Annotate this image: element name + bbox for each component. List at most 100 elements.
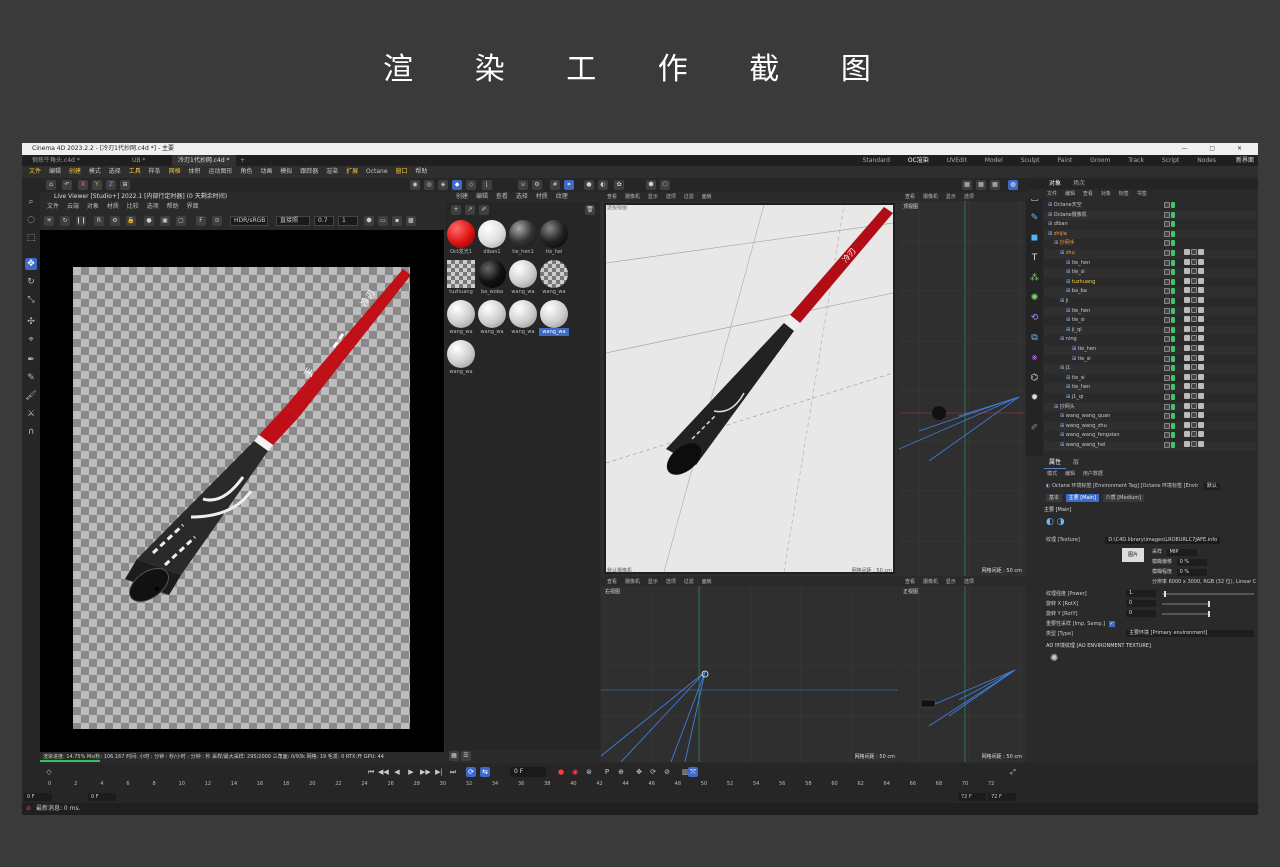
material-tag-icon[interactable]	[1184, 383, 1205, 393]
prev-frame-icon[interactable]: ◀	[392, 767, 402, 777]
object-visibility-toggles[interactable]	[1164, 346, 1176, 354]
object-visibility-toggles[interactable]	[1164, 413, 1176, 421]
film-icon-2[interactable]: ▦	[976, 180, 986, 190]
layout-tab-script[interactable]: Script	[1154, 155, 1187, 166]
menu-window[interactable]: 窗口	[392, 166, 410, 178]
tab-takes[interactable]: 场次	[1068, 179, 1090, 189]
window-controls[interactable]: — ▢ ✕	[1181, 143, 1252, 155]
grid-view-icon[interactable]: ▦	[449, 751, 459, 761]
type-select[interactable]: 主要环境 [Primary environment]	[1126, 630, 1254, 637]
min-frame-field[interactable]: 0 F	[24, 793, 52, 801]
menu-volume[interactable]: 体积	[186, 166, 204, 178]
material-tag-icon[interactable]	[1184, 306, 1205, 317]
pick-focus-icon[interactable]: ▣	[160, 216, 170, 226]
playback-rate-icon[interactable]: ⇆	[480, 767, 490, 777]
material-swatch[interactable]: wang_wa	[446, 300, 476, 338]
texture-path-field[interactable]: D:\C4D.library\images\LRO8URLC7JAFE.info	[1105, 537, 1221, 544]
object-visibility-toggles[interactable]	[1164, 355, 1176, 364]
vp-menu-camera[interactable]: 摄像机	[622, 193, 643, 201]
vp-menu-view[interactable]: 查看	[902, 578, 918, 586]
restart-render-icon[interactable]: ↻	[60, 216, 70, 226]
film-icon-1[interactable]: ▦	[962, 180, 972, 190]
object-visibility-toggles[interactable]	[1164, 240, 1176, 248]
spline-pen-icon[interactable]: ✒	[25, 354, 37, 366]
go-end-icon[interactable]: ⏭	[448, 767, 458, 777]
next-frame-icon[interactable]: ▶▶	[420, 767, 431, 777]
object-row[interactable]: ⊞ tie_si	[1044, 316, 1256, 326]
lv-menu-options[interactable]: 选项	[144, 202, 162, 212]
material-tag-icon[interactable]	[1184, 412, 1205, 422]
menu-tools[interactable]: 工具	[126, 166, 144, 178]
exposure-field[interactable]: 1	[338, 216, 358, 226]
power-field[interactable]: 1.	[1126, 590, 1156, 597]
mm-menu-texture[interactable]: 纹理	[553, 192, 571, 202]
texture-thumbnail[interactable]: 图片	[1122, 548, 1144, 562]
top-viewport[interactable]: 查看 摄像机 显示 选项 顶视图 网格间距 : 50 cm	[899, 192, 1025, 576]
magnet-icon[interactable]: ∩	[25, 426, 37, 438]
object-visibility-toggles[interactable]	[1164, 307, 1176, 316]
subtab-main[interactable]: 主要 [Main]	[1065, 494, 1100, 502]
preset-icons[interactable]: ◐ ◑	[1046, 517, 1256, 527]
camera-icon[interactable]: ▪	[392, 216, 402, 226]
edit-icon[interactable]: ✐	[1029, 423, 1040, 434]
roty-slider[interactable]	[1162, 611, 1210, 617]
polygons-mode-icon[interactable]: ◈	[438, 180, 448, 190]
menu-select[interactable]: 选择	[106, 166, 124, 178]
lv-menu-cloud[interactable]: 云端	[64, 202, 82, 212]
autokey-icon[interactable]: ◉	[570, 767, 580, 777]
current-frame-field[interactable]: 0 F	[510, 767, 546, 777]
mm-menu-material[interactable]: 材质	[533, 192, 551, 202]
preview-min-field[interactable]: 0 F	[88, 793, 116, 801]
keyframe-diamond-icon[interactable]: ◇	[44, 767, 54, 777]
object-visibility-toggles[interactable]	[1164, 230, 1176, 239]
menu-tracker[interactable]: 跟踪器	[297, 166, 321, 178]
lv-menu-compare[interactable]: 比较	[124, 202, 142, 212]
go-start-icon[interactable]: ⏮	[366, 767, 376, 777]
brush-icon[interactable]: 🖌	[25, 390, 37, 402]
mm-menu-edit[interactable]: 编辑	[473, 192, 491, 202]
vp-menu-panel[interactable]: 面板	[699, 193, 715, 201]
material-tag-icon[interactable]	[1184, 287, 1205, 297]
axis-z-button[interactable]: Z	[106, 180, 116, 190]
front-viewport[interactable]: 查看 摄像机 显示 选项 正视图 网格间距 : 50 cm	[899, 577, 1025, 762]
doc-tab-1[interactable]: 钢炼牛角头.c4d *	[26, 155, 86, 166]
rect-select-icon[interactable]: ⬚	[25, 232, 37, 244]
color-mode-select[interactable]: HDR/sRGB	[230, 216, 268, 226]
vp-menu-panel[interactable]: 面板	[699, 578, 715, 586]
list-view-icon[interactable]: ☰	[461, 751, 471, 761]
material-swatch[interactable]: wang_wa	[539, 260, 569, 298]
workplane-icon[interactable]: #	[550, 180, 560, 190]
object-row[interactable]: ⊞ wang_wang_zhu	[1044, 421, 1256, 432]
render-settings-icon[interactable]: ✿	[614, 180, 624, 190]
object-visibility-toggles[interactable]	[1164, 384, 1176, 392]
lv-menu-material[interactable]: 材质	[104, 202, 122, 212]
object-row[interactable]: ⊞ tie_si	[1044, 268, 1256, 278]
lock-icon[interactable]: 🔒	[126, 216, 136, 226]
power-slider[interactable]	[1162, 591, 1254, 597]
object-visibility-toggles[interactable]	[1164, 259, 1176, 268]
add-tab-button[interactable]: +	[234, 155, 251, 166]
lv-menu-object[interactable]: 对象	[84, 202, 102, 212]
am-menu-mode[interactable]: 模式	[1044, 469, 1060, 479]
object-visibility-toggles[interactable]	[1164, 250, 1176, 258]
om-menu-view[interactable]: 查看	[1080, 189, 1096, 199]
layout-tab-standard[interactable]: Standard	[855, 155, 898, 166]
material-swatch[interactable]: ba_woba	[477, 260, 507, 298]
menu-render[interactable]: 渲染	[323, 166, 341, 178]
region-render-icon[interactable]: R	[94, 216, 104, 226]
object-row[interactable]: ⊞ tie_hen	[1044, 258, 1256, 269]
material-tag-icon[interactable]	[1184, 345, 1205, 355]
vp-menu-options[interactable]: 选项	[961, 193, 977, 201]
max-frame-field[interactable]: 72 F	[988, 793, 1016, 801]
material-tag-icon[interactable]	[1184, 441, 1205, 451]
blur-degree-field[interactable]: 0 %	[1176, 569, 1207, 576]
render-view-icon[interactable]: ◐	[598, 180, 608, 190]
layout-tab-sculpt[interactable]: Sculpt	[1013, 155, 1048, 166]
record-icon[interactable]: ●	[556, 767, 566, 777]
blur-offset-field[interactable]: 0 %	[1176, 559, 1207, 566]
menu-mode[interactable]: 模式	[86, 166, 104, 178]
coordinate-system-icon[interactable]: ⊞	[120, 180, 130, 190]
key-position-icon[interactable]: P	[602, 767, 612, 777]
pen-icon[interactable]: ✎	[1029, 213, 1040, 224]
paint-icon[interactable]: ✎	[25, 372, 37, 384]
